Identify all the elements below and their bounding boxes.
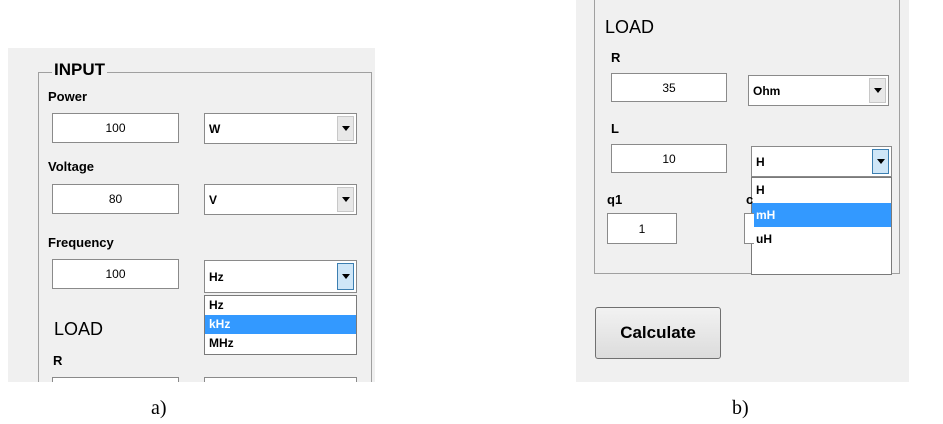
chevron-down-icon[interactable] (872, 149, 889, 174)
r-label: R (611, 50, 621, 65)
dropdown-option-khz[interactable]: kHz (205, 315, 356, 334)
dropdown-option-h[interactable]: H (752, 178, 891, 203)
l-unit-dropdown: H mH uH (751, 177, 892, 275)
caption-b: b) (732, 397, 749, 419)
dropdown-option-hz[interactable]: Hz (205, 296, 356, 315)
dropdown-option-mhz[interactable]: MHz (205, 334, 356, 353)
chevron-down-icon[interactable] (337, 187, 354, 212)
chevron-down-icon[interactable] (869, 78, 886, 103)
frequency-label: Frequency (48, 235, 114, 250)
r-unit-select[interactable]: Ohm (748, 75, 889, 106)
voltage-unit-select[interactable]: V (204, 184, 357, 215)
l-input[interactable]: 10 (611, 144, 727, 173)
input-group-title: INPUT (52, 60, 107, 80)
voltage-label: Voltage (48, 159, 94, 174)
dropdown-option-uh[interactable]: uH (752, 227, 891, 252)
chevron-down-icon[interactable] (337, 116, 354, 141)
frequency-unit-value: Hz (209, 269, 224, 284)
r-label: R (53, 353, 63, 368)
r-unit-value: Ohm (753, 83, 781, 98)
q2-label-partial: c (746, 192, 754, 207)
q2-input-partial[interactable] (744, 213, 754, 244)
chevron-down-icon[interactable] (337, 263, 354, 290)
load-title: LOAD (605, 17, 655, 37)
l-label: L (611, 121, 619, 136)
r-input-partial[interactable] (52, 377, 179, 382)
power-unit-select[interactable]: W (204, 113, 357, 144)
panel-a-input-form: INPUT Power 100 W Voltage 80 V Frequency… (8, 48, 375, 382)
panel-b-load-form: LOAD R 35 Ohm L 10 H H mH uH q1 1 c Calc… (576, 0, 909, 382)
q1-label: q1 (607, 192, 623, 207)
calculate-button[interactable]: Calculate (595, 307, 721, 359)
r-unit-select-partial[interactable] (204, 377, 357, 382)
power-label: Power (48, 89, 88, 104)
frequency-unit-select[interactable]: Hz (204, 260, 357, 293)
voltage-input[interactable]: 80 (52, 184, 179, 214)
dropdown-option-mh[interactable]: mH (752, 203, 891, 227)
voltage-unit-value: V (209, 192, 218, 207)
load-title: LOAD (54, 319, 104, 339)
frequency-unit-dropdown: Hz kHz MHz (204, 295, 357, 355)
caption-a: a) (151, 397, 167, 419)
q1-input[interactable]: 1 (607, 213, 677, 244)
l-unit-select[interactable]: H (751, 146, 892, 177)
power-unit-value: W (209, 121, 221, 136)
power-input[interactable]: 100 (52, 113, 179, 143)
r-input[interactable]: 35 (611, 73, 727, 102)
frequency-input[interactable]: 100 (52, 259, 179, 289)
l-unit-value: H (756, 154, 765, 169)
